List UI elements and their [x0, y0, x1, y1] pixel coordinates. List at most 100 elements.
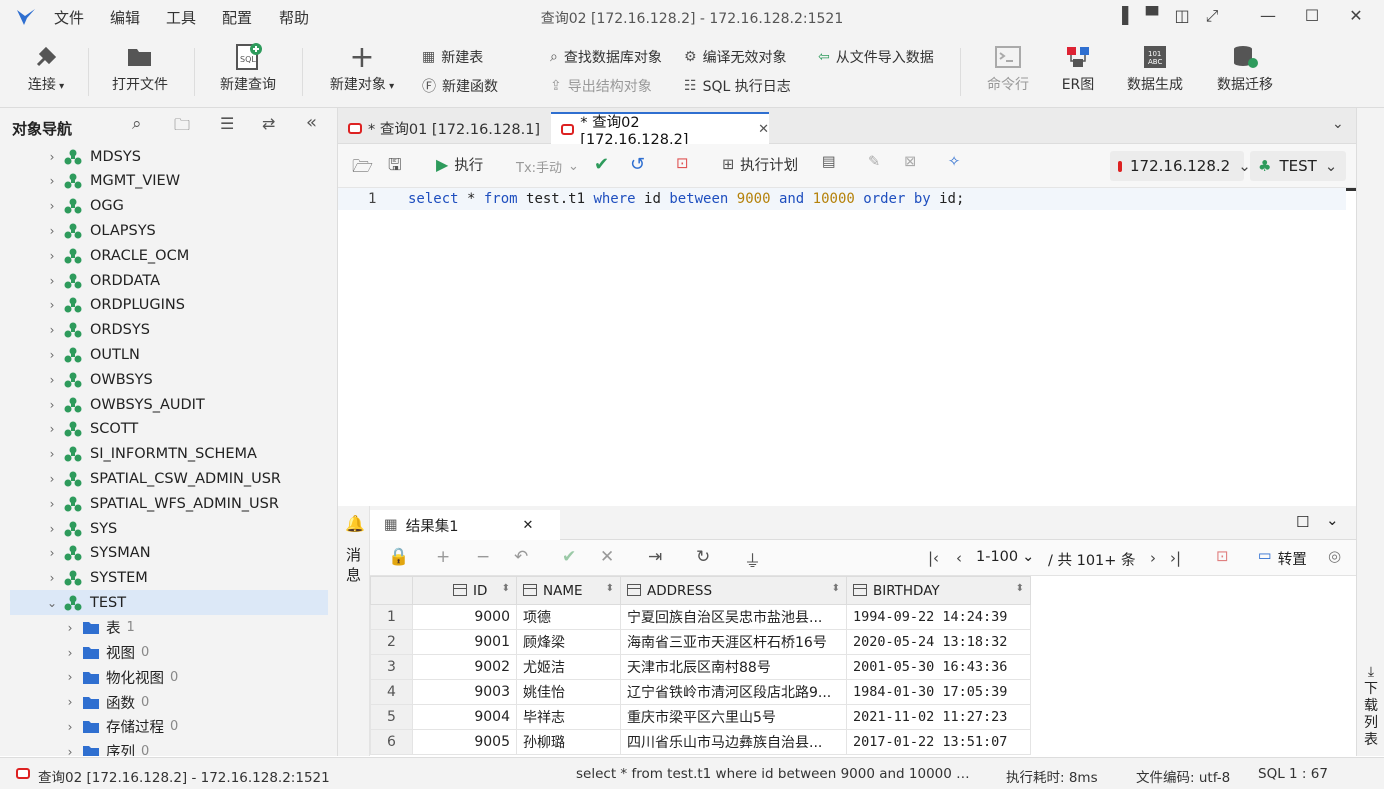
chevron-right-icon[interactable]: ›: [46, 224, 58, 238]
tree-item-schema[interactable]: › OWBSYS_AUDIT: [0, 392, 337, 417]
lock-icon[interactable]: 🔒: [388, 547, 409, 567]
column-header-birthday[interactable]: BIRTHDAY ⬍: [846, 576, 1031, 605]
chevron-right-icon[interactable]: ›: [46, 472, 58, 486]
chevron-right-icon[interactable]: ›: [46, 274, 58, 288]
rollback-icon[interactable]: ↺: [630, 154, 645, 175]
chevron-right-icon[interactable]: ›: [46, 323, 58, 337]
connection-select[interactable]: 172.16.128.2 ⌄: [1110, 151, 1251, 181]
command-line-button[interactable]: 命令行: [984, 40, 1032, 94]
chevron-right-icon[interactable]: ›: [46, 522, 58, 536]
chevron-right-icon[interactable]: ›: [46, 546, 58, 560]
refresh-icon[interactable]: ↻: [696, 547, 710, 567]
add-row-icon[interactable]: +: [436, 547, 450, 567]
messages-label-1[interactable]: 消: [346, 544, 361, 565]
chevron-right-icon[interactable]: ›: [46, 348, 58, 362]
tree-item-object-folder[interactable]: › 函数 0: [0, 690, 337, 715]
tree-item-object-folder[interactable]: › 物化视图 0: [0, 665, 337, 690]
tree-item-schema[interactable]: › SYSMAN: [0, 541, 337, 566]
tree-item-object-folder[interactable]: › 视图 0: [0, 640, 337, 665]
sort-icon[interactable]: ⬍: [1016, 583, 1024, 594]
close-button[interactable]: ✕: [1343, 4, 1369, 28]
cell-address[interactable]: 宁夏回族自治区吴忠市盐池县...: [620, 604, 847, 630]
table-row[interactable]: 6 9005 孙柳璐 四川省乐山市马边彝族自治县... 2017-01-22 13:51…: [370, 729, 1031, 755]
uncomment-icon[interactable]: ⊠: [904, 154, 916, 170]
sync-icon[interactable]: ⇄: [262, 114, 275, 133]
tab-result-set-1[interactable]: ▦ 结果集1 ✕: [370, 510, 560, 540]
tree-item-schema[interactable]: › ORDSYS: [0, 318, 337, 343]
search-icon[interactable]: ⌕: [132, 114, 142, 134]
explain-plan-button[interactable]: ⊞ 执行计划: [722, 154, 798, 175]
execute-button[interactable]: ▶ 执行: [436, 154, 483, 175]
close-tab-icon[interactable]: ✕: [758, 122, 769, 137]
cell-address[interactable]: 辽宁省铁岭市清河区段店北路9...: [620, 679, 847, 705]
fullscreen-icon[interactable]: ⤢: [1199, 4, 1225, 28]
chevron-right-icon[interactable]: ›: [46, 150, 58, 164]
sort-icon[interactable]: ⬍: [832, 583, 840, 594]
tree-item-schema[interactable]: › ORACLE_OCM: [0, 243, 337, 268]
delete-row-icon[interactable]: −: [476, 547, 490, 567]
table-row[interactable]: 2 9001 顾烽梁 海南省三亚市天涯区杆石桥16号 2020-05-24 13:18:…: [370, 629, 1031, 655]
tree-item-schema[interactable]: › ORDPLUGINS: [0, 293, 337, 318]
close-tab-icon[interactable]: ✕: [522, 518, 533, 533]
messages-label-2[interactable]: 息: [346, 564, 361, 585]
chevron-right-icon[interactable]: ›: [46, 497, 58, 511]
tree-item-schema[interactable]: › OUTLN: [0, 342, 337, 367]
chevron-right-icon[interactable]: ›: [46, 373, 58, 387]
tree-item-schema[interactable]: › OLAPSYS: [0, 218, 337, 243]
cell-address[interactable]: 海南省三亚市天涯区杆石桥16号: [620, 629, 847, 655]
comment-icon[interactable]: ✎: [868, 154, 880, 170]
cell-id[interactable]: 9003: [412, 679, 517, 705]
cell-address[interactable]: 重庆市梁平区六里山5号: [620, 704, 847, 730]
data-migration-button[interactable]: 数据迁移: [1214, 40, 1276, 94]
cell-name[interactable]: 顾烽梁: [516, 629, 621, 655]
last-page-icon[interactable]: ›|: [1170, 549, 1181, 567]
tree-item-object-folder[interactable]: › 序列 0: [0, 739, 337, 756]
prev-page-icon[interactable]: ‹: [956, 549, 962, 567]
tree-item-schema[interactable]: › OWBSYS: [0, 367, 337, 392]
table-row[interactable]: 5 9004 毕祥志 重庆市梁平区六里山5号 2021-11-02 11:27:23: [370, 704, 1031, 730]
column-header-address[interactable]: ADDRESS ⬍: [620, 576, 847, 605]
chevron-right-icon[interactable]: ›: [46, 422, 58, 436]
tree-item-object-folder[interactable]: › 表 1: [0, 615, 337, 640]
chevron-right-icon[interactable]: ›: [64, 646, 76, 660]
tree-item-schema[interactable]: › SPATIAL_CSW_ADMIN_USR: [0, 466, 337, 491]
table-row[interactable]: 3 9002 尤姬洁 天津市北辰区南村88号 2001-05-30 16:43:36: [370, 654, 1031, 680]
discard-changes-icon[interactable]: ✕: [600, 547, 614, 567]
magic-wand-icon[interactable]: ✧: [948, 154, 960, 170]
cell-id[interactable]: 9002: [412, 654, 517, 680]
cell-id[interactable]: 9005: [412, 729, 517, 755]
layout-left-icon[interactable]: ▐: [1109, 4, 1135, 28]
scrollbar-marker[interactable]: [1346, 188, 1356, 191]
chevron-right-icon[interactable]: ›: [64, 720, 76, 734]
tree-item-schema[interactable]: › SI_INFORMTN_SCHEMA: [0, 442, 337, 467]
save-icon[interactable]: 🖫: [388, 154, 402, 181]
collapse-panel-icon[interactable]: «: [306, 112, 317, 133]
chevron-right-icon[interactable]: ›: [46, 447, 58, 461]
first-page-icon[interactable]: |‹: [928, 549, 939, 567]
chevron-right-icon[interactable]: ›: [46, 398, 58, 412]
tree-item-object-folder[interactable]: › 存储过程 0: [0, 714, 337, 739]
format-icon[interactable]: ▤: [822, 154, 836, 170]
chevron-right-icon[interactable]: ›: [46, 298, 58, 312]
cell-birthday[interactable]: 2020-05-24 13:18:32: [846, 629, 1031, 655]
chevron-right-icon[interactable]: ›: [46, 199, 58, 213]
layout-top-icon[interactable]: ▀: [1139, 4, 1165, 28]
tx-mode-select[interactable]: Tx:手动 ⌄: [516, 157, 579, 176]
stop-fetch-icon[interactable]: ⊡: [1216, 547, 1229, 565]
next-page-icon[interactable]: ›: [1150, 549, 1156, 567]
export-results-icon[interactable]: ⇥: [648, 547, 662, 567]
import-from-file-button[interactable]: ⇦ 从文件导入数据: [818, 47, 934, 67]
download-list-button[interactable]: ⤓ 下 载 列 表: [1362, 664, 1380, 749]
page-range-select[interactable]: 1-100 ⌄: [976, 549, 1034, 565]
layout-split-icon[interactable]: ◫: [1169, 4, 1195, 28]
new-object-button[interactable]: + 新建对象 ▾: [326, 40, 398, 94]
tree-item-schema[interactable]: › ORDDATA: [0, 268, 337, 293]
bell-icon[interactable]: 🔔: [345, 514, 365, 533]
table-row[interactable]: 4 9003 姚佳怡 辽宁省铁岭市清河区段店北路9... 1984-01-30 17:0…: [370, 679, 1031, 705]
chevron-right-icon[interactable]: ›: [46, 249, 58, 263]
find-db-object-button[interactable]: ⌕ 查找数据库对象: [550, 47, 662, 67]
er-diagram-button[interactable]: ER图: [1056, 40, 1100, 94]
minimize-button[interactable]: —: [1255, 4, 1281, 28]
new-function-button[interactable]: Ⓕ 新建函数: [422, 76, 498, 96]
tree-item-schema[interactable]: › MDSYS: [0, 144, 337, 169]
